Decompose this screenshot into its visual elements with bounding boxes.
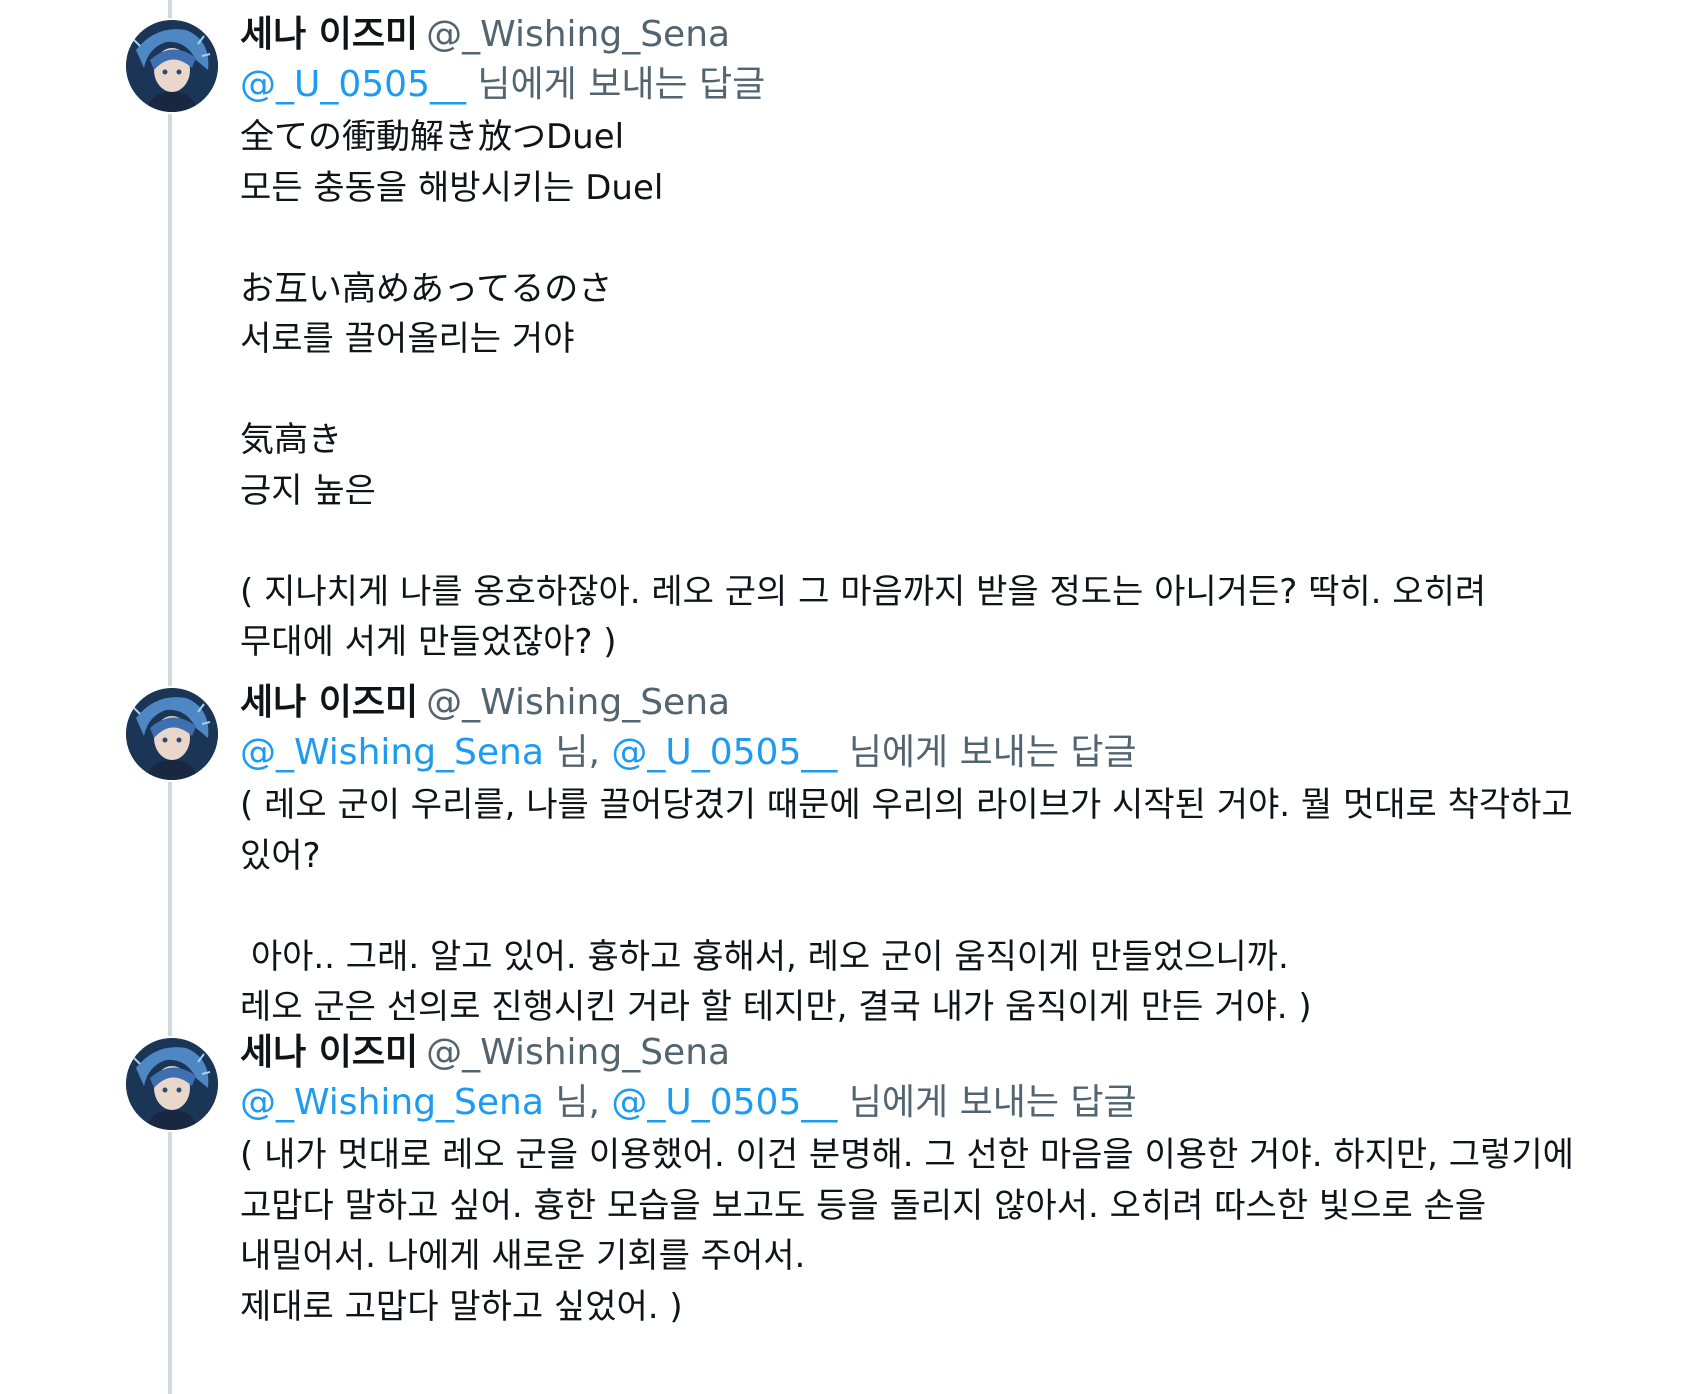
reply-context: @_U_0505__ 님에게 보내는 답글 — [240, 60, 1574, 110]
reply-context: @_Wishing_Sena 님, @_U_0505__ 님에게 보내는 답글 — [240, 728, 1574, 778]
user-handle[interactable]: @_Wishing_Sena — [426, 14, 730, 55]
avatar[interactable] — [126, 1038, 218, 1130]
reply-mention-link[interactable]: @_U_0505__ — [611, 732, 837, 773]
reply-mention-link[interactable]: @_U_0505__ — [240, 64, 466, 105]
tweet-text: ( 내가 멋대로 레오 군을 이용했어. 이건 분명해. 그 선한 마음을 이용… — [240, 1135, 1574, 1327]
avatar[interactable] — [126, 20, 218, 112]
reply-mention-link[interactable]: @_Wishing_Sena — [240, 732, 544, 773]
display-name[interactable]: 세나 이즈미 — [240, 682, 418, 723]
reply-suffix: 님에게 보내는 답글 — [848, 1082, 1137, 1123]
reply-suffix: 님에게 보내는 답글 — [848, 732, 1137, 773]
user-handle[interactable]: @_Wishing_Sena — [426, 682, 730, 723]
reply-mention-link[interactable]: @_U_0505__ — [611, 1082, 837, 1123]
reply-separator: 님, — [543, 1082, 612, 1123]
tweet-text: 全ての衝動解き放つDuel 모든 충동을 해방시키는 Duel お互い高めあって… — [240, 117, 1487, 662]
tweet-header: 세나 이즈미 @_Wishing_Sena — [240, 10, 1574, 60]
reply-suffix: 님에게 보내는 답글 — [477, 64, 766, 105]
display-name[interactable]: 세나 이즈미 — [240, 1032, 418, 1073]
avatar-portrait-icon — [126, 1038, 218, 1130]
avatar-portrait-icon — [126, 688, 218, 780]
tweet-header: 세나 이즈미 @_Wishing_Sena — [240, 1028, 1574, 1078]
tweet-header: 세나 이즈미 @_Wishing_Sena — [240, 678, 1574, 728]
user-handle[interactable]: @_Wishing_Sena — [426, 1032, 730, 1073]
avatar[interactable] — [126, 688, 218, 780]
reply-context: @_Wishing_Sena 님, @_U_0505__ 님에게 보내는 답글 — [240, 1078, 1574, 1128]
reply-mention-link[interactable]: @_Wishing_Sena — [240, 1082, 544, 1123]
display-name[interactable]: 세나 이즈미 — [240, 14, 418, 55]
reply-separator: 님, — [543, 732, 612, 773]
tweet-text: ( 레오 군이 우리를, 나를 끌어당겼기 때문에 우리의 라이브가 시작된 거… — [240, 785, 1573, 1027]
avatar-portrait-icon — [126, 20, 218, 112]
